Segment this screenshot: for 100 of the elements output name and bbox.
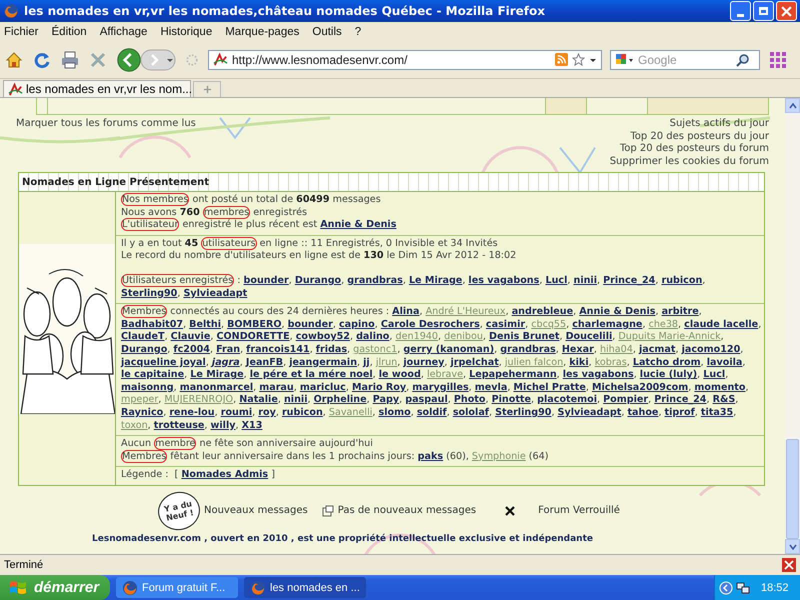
member-link[interactable]: roy [258, 406, 276, 418]
back-button[interactable] [116, 46, 142, 72]
member-link[interactable]: Carole Desrochers [380, 318, 480, 330]
member-link[interactable]: francois141 [246, 344, 310, 355]
member-link[interactable]: trotteuse [154, 420, 204, 430]
address-field[interactable]: http://www.lesnomadesenvr.com/ [208, 50, 602, 70]
member-link[interactable]: jacomo120 [682, 344, 740, 355]
member-link[interactable]: Le Mirage [408, 274, 462, 286]
member-link[interactable]: grandbras [347, 274, 403, 286]
home-icon[interactable] [4, 50, 24, 70]
member-link[interactable]: Latcho drom [632, 356, 701, 368]
rss-icon[interactable] [555, 53, 568, 66]
maximize-button[interactable] [753, 1, 774, 21]
forum-link[interactable]: Supprimer les cookies du forum [610, 156, 769, 168]
member-link[interactable]: Denis Brunet [489, 331, 560, 342]
member-link[interactable]: tita35 [700, 406, 734, 418]
printer-icon[interactable] [60, 50, 80, 70]
member-link[interactable]: lucie (luly) [640, 369, 698, 380]
member-link[interactable]: Raynico [121, 406, 164, 418]
member-link[interactable]: fc2004 [173, 344, 210, 355]
member-link[interactable]: Doucelili [566, 331, 612, 342]
search-icon[interactable] [736, 52, 750, 66]
forum-link[interactable]: Top 20 des posteurs du forum [620, 143, 769, 156]
member-link[interactable]: Hexar [562, 344, 594, 355]
member-link[interactable]: Alina [392, 306, 420, 318]
member-link[interactable]: maisonng [121, 382, 174, 393]
member-link[interactable]: andrebleue [512, 306, 574, 318]
scroll-down-icon[interactable] [788, 542, 796, 550]
collapse-icon[interactable] [719, 580, 733, 594]
close-button[interactable] [776, 1, 797, 21]
menu-item[interactable]: Marque-pages [225, 26, 300, 38]
member-link[interactable]: charlemagne [572, 318, 642, 330]
member-link[interactable]: jj [363, 356, 370, 368]
member-link[interactable]: tahoe [627, 406, 658, 418]
member-link[interactable]: Annie & Denis [320, 219, 396, 230]
member-link[interactable]: soldif [416, 406, 447, 418]
member-link[interactable]: marygilles [412, 382, 469, 393]
minimize-button[interactable] [730, 1, 751, 21]
member-link[interactable]: jacqueline joyal [121, 356, 206, 368]
member-link[interactable]: Durango [294, 274, 342, 286]
member-link[interactable]: Orpheline [314, 394, 367, 406]
member-link[interactable]: Papy [372, 394, 400, 406]
member-link[interactable]: Clauvie [170, 331, 210, 342]
menu-item[interactable]: Édition [52, 26, 87, 38]
member-link[interactable]: Sylvieadapt [183, 288, 248, 299]
member-link[interactable]: rene-lou [169, 406, 215, 418]
member-link[interactable]: Pompier [603, 394, 648, 406]
network-icon[interactable] [736, 580, 750, 594]
member-link[interactable]: jeangermain [289, 356, 358, 368]
browser-tab[interactable]: les nomades en vr,vr les nom... [3, 80, 191, 97]
menu-item[interactable]: ? [354, 26, 362, 38]
member-link[interactable]: momento [694, 382, 746, 393]
member-link[interactable]: gerry (kanoman) [403, 344, 494, 355]
member-link[interactable]: Pinotte [492, 394, 532, 406]
member-link[interactable]: mevla [474, 382, 508, 393]
member-link[interactable]: les vagabons [562, 369, 634, 380]
member-link[interactable]: manonmarcel [180, 382, 254, 393]
new-tab-button[interactable] [193, 81, 221, 97]
member-link[interactable]: CONDORETTE [216, 331, 290, 342]
member-link[interactable]: fridas [316, 344, 348, 355]
member-link[interactable]: cowboy52 [296, 331, 350, 342]
scrollbar[interactable] [785, 98, 800, 554]
member-link[interactable]: Sterling90 [121, 288, 178, 299]
member-link[interactable]: ninii [284, 394, 308, 406]
member-link[interactable]: jacmat [638, 344, 676, 355]
member-link[interactable]: le capitaine [121, 369, 184, 380]
member-link[interactable]: R&S [712, 394, 736, 406]
member-link[interactable]: sololaf [452, 406, 489, 418]
member-link[interactable]: ninii [573, 274, 598, 286]
google-icon[interactable] [614, 52, 636, 66]
member-link[interactable]: Durango [121, 344, 168, 355]
member-link[interactable]: rubicon [661, 274, 702, 286]
member-link[interactable]: dalino [356, 331, 390, 342]
member-link[interactable]: BOMBERO [227, 318, 282, 330]
member-link[interactable]: grandbras [500, 344, 556, 355]
member-link[interactable]: Lucl [545, 274, 568, 286]
search-field[interactable]: Google [638, 52, 734, 66]
member-link[interactable]: Sylvieadapt [558, 406, 622, 418]
member-link[interactable]: Belthi [189, 318, 221, 330]
member-link[interactable]: Photo [454, 394, 486, 406]
member-link[interactable]: Mario Roy [352, 382, 406, 393]
member-link[interactable]: journey [403, 356, 444, 368]
member-link[interactable]: maricluc [300, 382, 346, 393]
member-link[interactable]: Le Mirage [190, 369, 244, 380]
member-link[interactable]: ClaudeT [121, 331, 165, 342]
member-link[interactable]: Michelsa2009com [592, 382, 688, 393]
grid-icon[interactable] [768, 50, 788, 70]
menu-item[interactable]: Affichage [100, 26, 148, 38]
member-link[interactable]: Badhabit07 [121, 318, 184, 330]
member-link[interactable]: paks [418, 450, 444, 462]
member-link[interactable]: claude lacelle [684, 318, 758, 330]
member-link[interactable]: Lucl [703, 369, 726, 380]
member-link[interactable]: le pére et la mére noel [250, 369, 373, 380]
member-link[interactable]: tiprof [664, 406, 695, 418]
member-link[interactable]: Annie & Denis [579, 306, 656, 318]
member-link[interactable]: le wood [378, 369, 421, 380]
menu-item[interactable]: Historique [160, 26, 212, 38]
member-link[interactable]: Michel Pratte [513, 382, 586, 393]
member-link[interactable]: arbitre [662, 306, 699, 318]
member-link[interactable]: Fran [216, 344, 240, 355]
